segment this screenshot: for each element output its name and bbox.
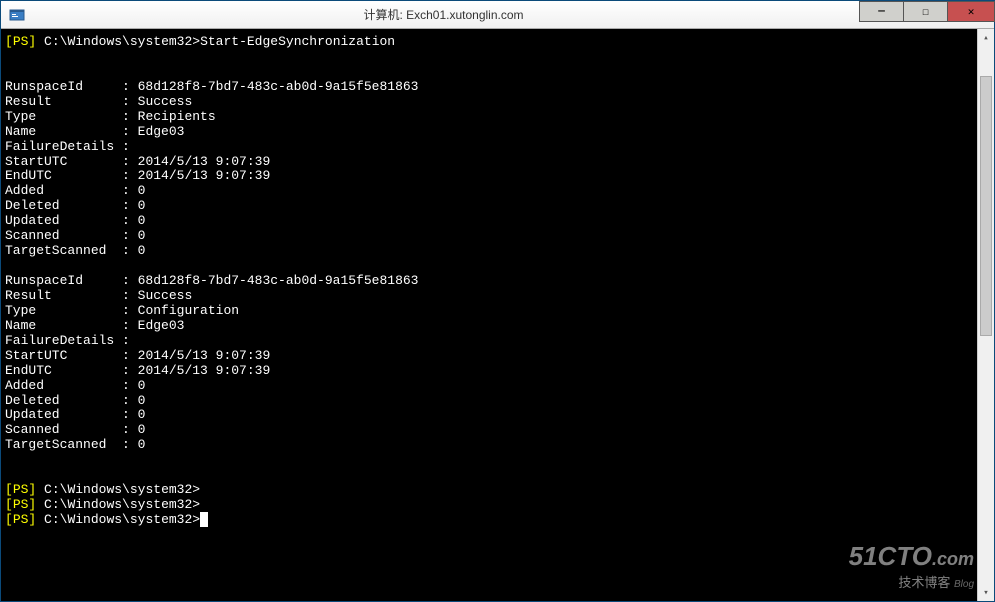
output-line: Added : 0 xyxy=(5,183,145,198)
minimize-icon: — xyxy=(878,6,885,18)
output-line: FailureDetails : xyxy=(5,139,130,154)
close-icon: ✕ xyxy=(968,5,975,19)
ps-prompt-bracket: ] xyxy=(28,34,36,49)
output-line: FailureDetails : xyxy=(5,333,130,348)
prompt-path: C:\Windows\system32> xyxy=(44,482,200,497)
ps-prompt-bracket: ] xyxy=(28,482,36,497)
watermark: 51CTO.com 技术博客 Blog xyxy=(849,541,974,591)
titlebar[interactable]: 计算机: Exch01.xutonglin.com — ☐ ✕ xyxy=(1,1,994,29)
output-line: Updated : 0 xyxy=(5,213,145,228)
watermark-sub: 技术博客 xyxy=(898,575,950,590)
window-title: 计算机: Exch01.xutonglin.com xyxy=(28,6,859,23)
ps-prompt-label: PS xyxy=(13,482,29,497)
output-line: Updated : 0 xyxy=(5,407,145,422)
ps-prompt-bracket: [ xyxy=(5,34,13,49)
ps-prompt-bracket: [ xyxy=(5,512,13,527)
watermark-main: 51CTO xyxy=(849,541,932,571)
scroll-up-button[interactable]: ▴ xyxy=(978,29,994,46)
output-line: RunspaceId : 68d128f8-7bd7-483c-ab0d-9a1… xyxy=(5,79,418,94)
output-line: Added : 0 xyxy=(5,378,145,393)
ps-prompt-label: PS xyxy=(13,497,29,512)
output-line: RunspaceId : 68d128f8-7bd7-483c-ab0d-9a1… xyxy=(5,273,418,288)
output-line: EndUTC : 2014/5/13 9:07:39 xyxy=(5,363,270,378)
watermark-suffix: .com xyxy=(932,549,974,569)
output-line: StartUTC : 2014/5/13 9:07:39 xyxy=(5,154,270,169)
close-button[interactable]: ✕ xyxy=(947,1,995,22)
prompt-path: C:\Windows\system32> xyxy=(44,34,200,49)
ps-prompt-bracket: [ xyxy=(5,482,13,497)
vertical-scrollbar[interactable]: ▴ ▾ xyxy=(977,29,994,601)
prompt-path: C:\Windows\system32> xyxy=(44,512,200,527)
output-line: Name : Edge03 xyxy=(5,318,184,333)
ps-prompt-label: PS xyxy=(13,512,29,527)
output-line: TargetScanned : 0 xyxy=(5,437,145,452)
ps-prompt-label: PS xyxy=(13,34,29,49)
ps-prompt-bracket: ] xyxy=(28,512,36,527)
output-line: Type : Configuration xyxy=(5,303,239,318)
maximize-icon: ☐ xyxy=(922,5,929,19)
terminal-output[interactable]: [PS] C:\Windows\system32>Start-EdgeSynch… xyxy=(1,29,977,601)
command-text: Start-EdgeSynchronization xyxy=(200,34,395,49)
minimize-button[interactable]: — xyxy=(859,1,904,22)
window-controls: — ☐ ✕ xyxy=(859,1,994,28)
ps-prompt-bracket: [ xyxy=(5,497,13,512)
window: 计算机: Exch01.xutonglin.com — ☐ ✕ [PS] C:\… xyxy=(0,0,995,602)
output-line: StartUTC : 2014/5/13 9:07:39 xyxy=(5,348,270,363)
output-line: Deleted : 0 xyxy=(5,198,145,213)
output-line: TargetScanned : 0 xyxy=(5,243,145,258)
output-line: EndUTC : 2014/5/13 9:07:39 xyxy=(5,168,270,183)
output-line: Scanned : 0 xyxy=(5,422,145,437)
output-line: Deleted : 0 xyxy=(5,393,145,408)
ps-prompt-bracket: ] xyxy=(28,497,36,512)
scroll-track[interactable] xyxy=(978,46,994,584)
output-line: Type : Recipients xyxy=(5,109,216,124)
cursor xyxy=(200,512,208,527)
maximize-button[interactable]: ☐ xyxy=(903,1,948,22)
scroll-down-button[interactable]: ▾ xyxy=(978,584,994,601)
terminal-container: [PS] C:\Windows\system32>Start-EdgeSynch… xyxy=(1,29,994,601)
watermark-blog: Blog xyxy=(954,579,974,590)
prompt-path: C:\Windows\system32> xyxy=(44,497,200,512)
output-line: Name : Edge03 xyxy=(5,124,184,139)
output-line: Result : Success xyxy=(5,288,192,303)
scroll-thumb[interactable] xyxy=(980,76,992,336)
output-line: Result : Success xyxy=(5,94,192,109)
output-line: Scanned : 0 xyxy=(5,228,145,243)
app-icon xyxy=(6,4,28,26)
